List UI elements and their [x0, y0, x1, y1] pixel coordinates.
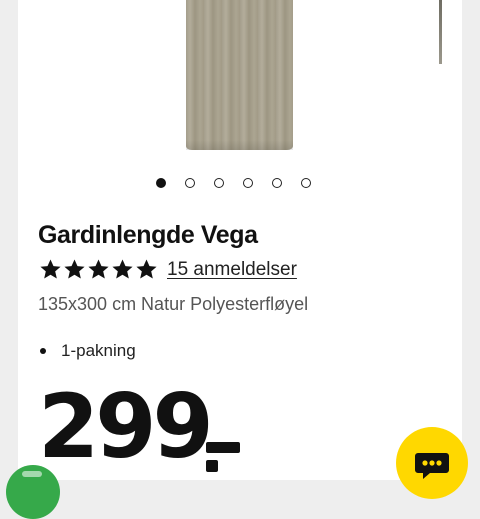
carousel-dot-2[interactable] [185, 178, 195, 188]
feature-list: 1-pakning [38, 341, 136, 361]
carousel-dot-5[interactable] [272, 178, 282, 188]
feature-item: 1-pakning [38, 341, 136, 361]
product-image[interactable] [18, 0, 462, 160]
carousel-dots [156, 178, 311, 188]
price-dash-icon [206, 442, 240, 453]
curtain-image [186, 0, 293, 150]
chat-button[interactable] [396, 427, 468, 499]
price-dash-dot-icon [206, 460, 218, 472]
green-badge-button[interactable] [6, 465, 60, 519]
rating-row: 15 anmeldelser [39, 258, 297, 281]
rating-stars [39, 258, 158, 281]
carousel-dot-4[interactable] [243, 178, 253, 188]
chat-bubble-icon [415, 453, 449, 479]
star-icon [40, 259, 61, 279]
curtain-rod-image [439, 0, 442, 64]
product-title: Gardinlengde Vega [38, 221, 258, 249]
star-icon [88, 259, 109, 279]
feature-label: 1-pakning [61, 341, 136, 360]
bullet-icon [40, 348, 46, 354]
carousel-dot-6[interactable] [301, 178, 311, 188]
carousel-dot-1[interactable] [156, 178, 166, 188]
product-card: Gardinlengde Vega 15 anmeldelser 135x300… [18, 0, 462, 480]
product-description: 135x300 cm Natur Polyesterfløyel [38, 294, 309, 314]
product-price: 299 [38, 375, 214, 478]
reviews-link[interactable]: 15 anmeldelser [167, 259, 297, 281]
carousel-dot-3[interactable] [214, 178, 224, 188]
star-icon [112, 259, 133, 279]
star-icon [64, 259, 85, 279]
star-icon [136, 259, 157, 279]
